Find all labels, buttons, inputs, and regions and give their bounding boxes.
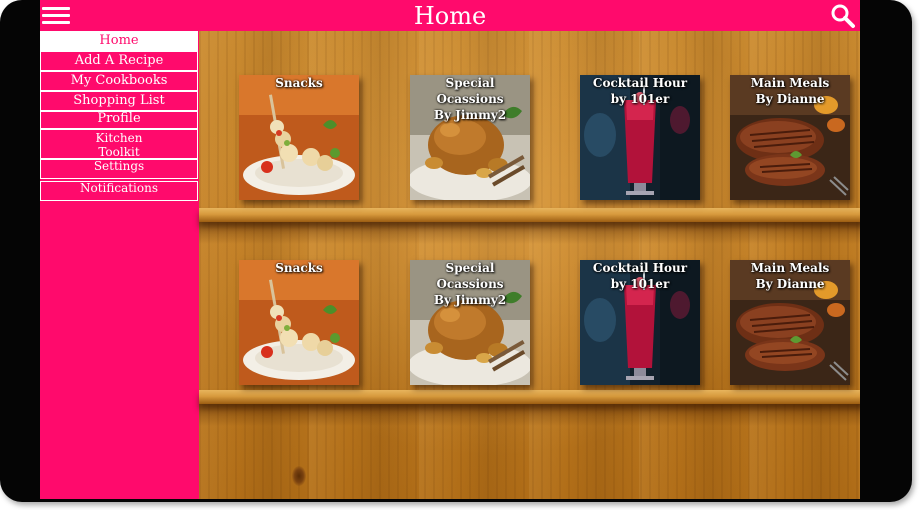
- shelf-ledge: [199, 208, 860, 222]
- sidebar-menu: Home Add A Recipe My Cookbooks Shopping …: [40, 31, 199, 499]
- sidebar-item-shopping-list[interactable]: Shopping List: [40, 91, 198, 111]
- shelf-ledge: [199, 390, 860, 404]
- wood-knot: [292, 466, 306, 486]
- cookbook-tile[interactable]: Special Ocassions By Jimmy2: [410, 260, 530, 385]
- cookbook-title: Special Ocassions By Jimmy2: [433, 76, 507, 122]
- cookbook-title: Main Meals By Dianne: [750, 76, 830, 106]
- cookbook-tile[interactable]: Main Meals By Dianne: [730, 75, 850, 200]
- cookbook-title: Cocktail Hour by 101er: [592, 76, 688, 106]
- cookbook-tile[interactable]: Cocktail Hour by 101er: [580, 260, 700, 385]
- cookbook-title: Special Ocassions By Jimmy2: [433, 261, 507, 307]
- sidebar-item-settings[interactable]: Settings: [40, 159, 198, 179]
- device-frame: Home Home Add A Recipe My Cookbooks Shop…: [0, 0, 912, 502]
- sidebar-item-profile[interactable]: Profile: [40, 111, 198, 129]
- app-screen: Home Home Add A Recipe My Cookbooks Shop…: [40, 0, 860, 499]
- cookbook-tile[interactable]: Main Meals By Dianne: [730, 260, 850, 385]
- snacks-image: [239, 260, 359, 385]
- cookbook-title: Snacks: [275, 261, 323, 275]
- shelf-shadow: [199, 222, 860, 244]
- sidebar-item-home[interactable]: Home: [40, 31, 198, 51]
- cookbook-tile[interactable]: Special Ocassions By Jimmy2: [410, 75, 530, 200]
- cookbook-tile[interactable]: Snacks: [239, 260, 359, 385]
- cookbook-tile[interactable]: Snacks: [239, 75, 359, 200]
- snacks-image: [239, 75, 359, 200]
- cookbook-tile[interactable]: Cocktail Hour by 101er: [580, 75, 700, 200]
- top-bar: Home: [40, 0, 860, 31]
- sidebar-item-my-cookbooks[interactable]: My Cookbooks: [40, 71, 198, 91]
- sidebar-item-notifications[interactable]: Notifications: [40, 181, 198, 201]
- cookbook-title: Snacks: [275, 76, 323, 90]
- sidebar-item-add-recipe[interactable]: Add A Recipe: [40, 51, 198, 71]
- sidebar-item-kitchen-toolkit[interactable]: Kitchen Toolkit: [40, 129, 198, 159]
- page-title: Home: [413, 2, 487, 30]
- search-icon[interactable]: [830, 3, 856, 29]
- shelf-shadow: [199, 404, 860, 426]
- sidebar-item-label-line2: Toolkit: [98, 145, 140, 159]
- cookbook-title: Cocktail Hour by 101er: [592, 261, 688, 291]
- cookbook-title: Main Meals By Dianne: [750, 261, 830, 291]
